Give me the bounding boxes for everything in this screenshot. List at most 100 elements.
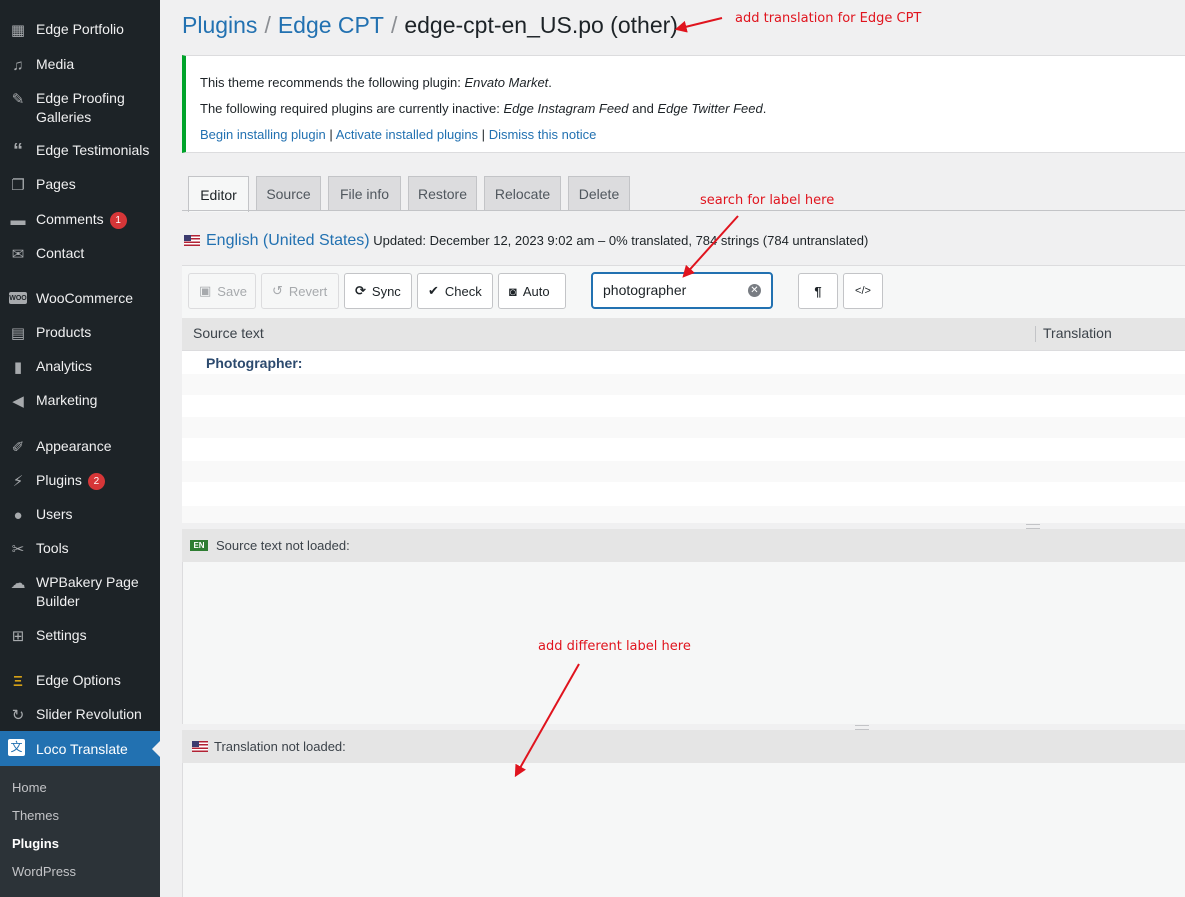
begin-installing-link[interactable]: Begin installing plugin <box>200 127 326 142</box>
us-flag-icon <box>184 235 200 246</box>
col-translation[interactable]: Translation <box>1043 325 1112 341</box>
menu-label: Appearance <box>36 438 112 454</box>
sync-label: Sync <box>371 283 401 299</box>
menu-label: WooCommerce <box>36 290 133 306</box>
refresh-icon: ↻ <box>11 706 25 724</box>
breadcrumb-separator: / <box>264 12 271 38</box>
menu-woocommerce[interactable]: WOO WooCommerce <box>0 289 160 308</box>
search-box[interactable]: ✕ <box>591 272 773 309</box>
menu-label: Edge Testimonials <box>36 142 150 158</box>
table-row <box>182 461 1185 482</box>
search-input[interactable] <box>603 282 743 298</box>
en-flag-icon: EN <box>190 540 208 551</box>
menu-users[interactable]: ● Users <box>0 505 160 524</box>
menu-edge-testimonials[interactable]: “ Edge Testimonials <box>0 141 160 161</box>
menu-loco-translate[interactable]: 文 Loco Translate <box>0 731 160 766</box>
check-button[interactable]: ✔ Check <box>417 273 493 309</box>
auto-button[interactable]: ◙ Auto <box>498 273 566 309</box>
notice-text: The following required plugins are curre… <box>200 101 504 116</box>
mail-icon: ✉ <box>11 245 25 263</box>
current-menu-arrow <box>152 741 160 757</box>
chart-icon: ▮ <box>13 358 23 376</box>
menu-comments[interactable]: ▬ Comments 1 <box>0 210 160 229</box>
menu-label: Products <box>36 324 92 340</box>
revert-button[interactable]: ↺ Revert <box>261 273 339 309</box>
breadcrumb-edge-cpt[interactable]: Edge CPT <box>278 12 384 38</box>
menu-products[interactable]: ▤ Products <box>0 323 160 342</box>
menu-label: Pages <box>36 176 76 192</box>
submenu-plugins[interactable]: Plugins <box>12 836 59 851</box>
menu-label: WPBakery Page Builder <box>36 574 139 609</box>
menu-label: Marketing <box>36 392 98 408</box>
table-row <box>182 483 1185 504</box>
robot-icon: ◙ <box>509 283 517 299</box>
plug-icon: ⚡ <box>12 472 24 490</box>
tab-file-info[interactable]: File info <box>328 176 401 210</box>
invisibles-button[interactable]: ¶ <box>798 273 838 309</box>
pages-icon: ❐ <box>11 176 25 194</box>
menu-label: Users <box>36 506 73 522</box>
auto-label: Auto <box>522 283 550 299</box>
cloud-icon: ☁ <box>10 574 26 592</box>
menu-marketing[interactable]: ◀ Marketing <box>0 391 160 410</box>
dismiss-notice-link[interactable]: Dismiss this notice <box>489 127 597 142</box>
notice-text: . <box>548 75 552 90</box>
tab-delete[interactable]: Delete <box>568 176 630 210</box>
page-title: Plugins / Edge CPT / edge-cpt-en_US.po (othe… <box>182 10 678 40</box>
submenu-wordpress[interactable]: WordPress <box>12 864 76 879</box>
translation-text-area[interactable] <box>182 763 1185 897</box>
locale-line: English (United States) Updated: Decembe… <box>184 232 868 250</box>
menu-appearance[interactable]: ✐ Appearance <box>0 437 160 456</box>
menu-contact[interactable]: ✉ Contact <box>0 244 160 263</box>
menu-edge-portfolio[interactable]: ▦ Edge Portfolio <box>0 20 160 39</box>
menu-edge-options[interactable]: Ξ Edge Options <box>0 671 160 690</box>
table-row <box>182 417 1185 438</box>
menu-wpbakery[interactable]: ☁ WPBakery Page Builder <box>0 573 160 611</box>
grid-header: Source text Translation <box>182 318 1185 351</box>
menu-label: Slider Revolution <box>36 706 142 722</box>
menu-tools[interactable]: ✂ Tools <box>0 539 160 558</box>
submenu-themes[interactable]: Themes <box>12 808 59 823</box>
translation-pane-label: Translation not loaded: <box>214 739 346 754</box>
sync-button[interactable]: ⟳ Sync <box>344 273 412 309</box>
activate-plugins-link[interactable]: Activate installed plugins <box>336 127 478 142</box>
menu-media[interactable]: ♫ Media <box>0 55 160 74</box>
breadcrumb-file: edge-cpt-en_US.po (other) <box>404 12 678 38</box>
clear-search-icon[interactable]: ✕ <box>748 284 761 297</box>
menu-pages[interactable]: ❐ Pages <box>0 175 160 194</box>
us-flag-icon <box>192 741 208 752</box>
menu-settings[interactable]: ⊞ Settings <box>0 626 160 645</box>
column-divider[interactable] <box>1035 326 1036 342</box>
menu-slider-revolution[interactable]: ↻ Slider Revolution <box>0 705 160 724</box>
table-row <box>182 439 1185 460</box>
notice-plugin-name: Edge Instagram Feed <box>503 101 629 116</box>
menu-analytics[interactable]: ▮ Analytics <box>0 357 160 376</box>
sync-icon: ⟳ <box>355 283 366 298</box>
tab-restore[interactable]: Restore <box>408 176 477 210</box>
tab-editor[interactable]: Editor <box>188 176 249 212</box>
save-label: Save <box>217 283 247 299</box>
menu-label: Edge Options <box>36 672 121 688</box>
submenu-home[interactable]: Home <box>12 780 47 795</box>
save-icon: ▣ <box>199 283 212 298</box>
breadcrumb-plugins[interactable]: Plugins <box>182 12 257 38</box>
code-view-button[interactable]: </> <box>843 273 883 309</box>
comment-icon: ▬ <box>10 211 26 229</box>
save-button[interactable]: ▣ Save <box>188 273 256 309</box>
menu-label-wrap: Plugins 2 <box>36 471 156 490</box>
tab-relocate[interactable]: Relocate <box>484 176 561 210</box>
table-row[interactable]: Photographer: <box>182 351 1185 372</box>
notice-line-1: This theme recommends the following plug… <box>200 75 552 90</box>
loco-submenu: Home Themes Plugins WordPress <box>0 766 160 897</box>
tab-source[interactable]: Source <box>256 176 321 210</box>
notice-plugin-name: Envato Market <box>464 75 549 90</box>
source-cell: Photographer: <box>206 355 303 371</box>
notice-line-2: The following required plugins are curre… <box>200 101 766 116</box>
plugin-notice: This theme recommends the following plug… <box>182 55 1185 153</box>
menu-label-wrap: Comments 1 <box>36 210 156 229</box>
menu-plugins[interactable]: ⚡ Plugins 2 <box>0 471 160 490</box>
locale-link[interactable]: English (United States) <box>206 232 370 249</box>
col-source-text[interactable]: Source text <box>193 325 264 341</box>
menu-edge-proofing-galleries[interactable]: ✎ Edge Proofing Galleries <box>0 89 160 127</box>
menu-label: Media <box>36 56 75 72</box>
